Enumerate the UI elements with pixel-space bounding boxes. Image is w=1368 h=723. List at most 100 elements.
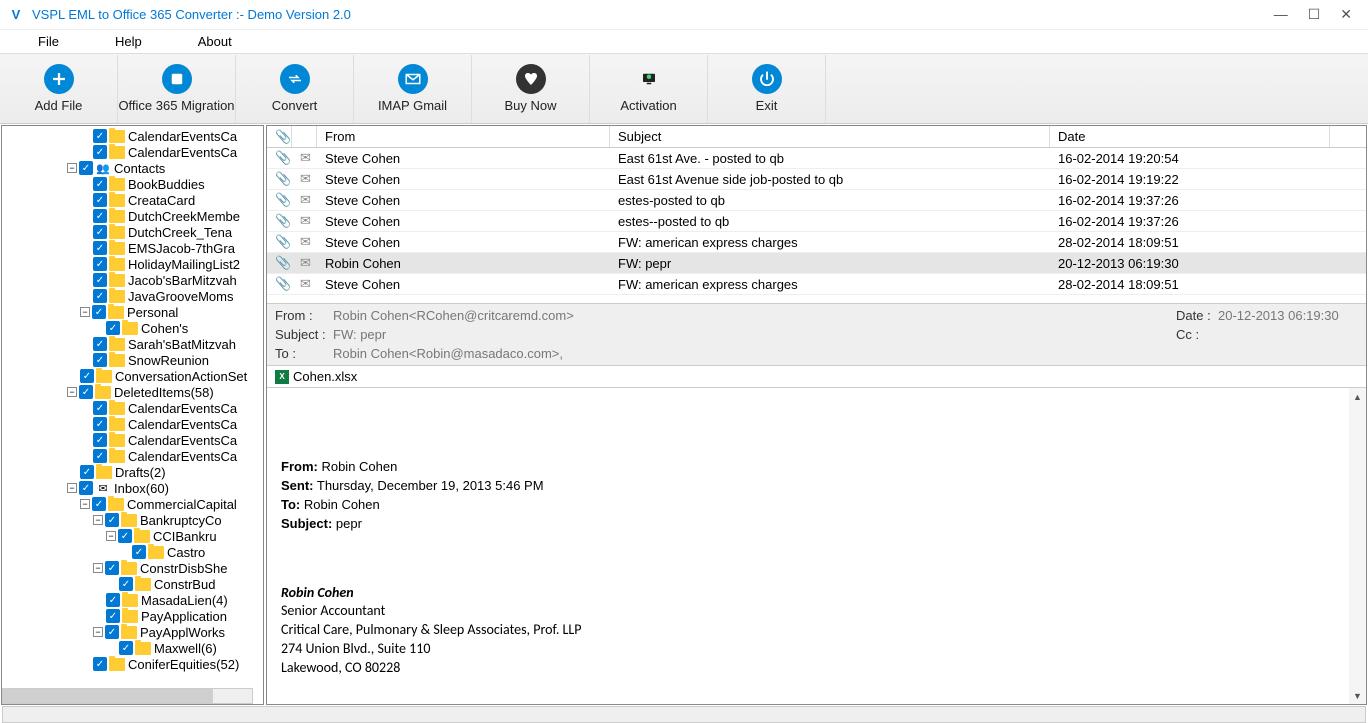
- tree-item[interactable]: −✉Inbox(60): [2, 480, 263, 496]
- tree-item[interactable]: Cohen's: [2, 320, 263, 336]
- message-row[interactable]: 📎✉Steve CohenFW: american express charge…: [267, 232, 1366, 253]
- tree-item[interactable]: CreataCard: [2, 192, 263, 208]
- tree-item[interactable]: CalendarEventsCa: [2, 400, 263, 416]
- checkbox[interactable]: [105, 513, 119, 527]
- checkbox[interactable]: [93, 353, 107, 367]
- tree-item[interactable]: Drafts(2): [2, 464, 263, 480]
- checkbox[interactable]: [132, 545, 146, 559]
- toolbar-office[interactable]: Office 365 Migration: [118, 55, 236, 123]
- toolbar-gmail[interactable]: IMAP Gmail: [354, 55, 472, 123]
- toolbar-exit[interactable]: Exit: [708, 55, 826, 123]
- checkbox[interactable]: [93, 289, 107, 303]
- checkbox[interactable]: [93, 449, 107, 463]
- checkbox[interactable]: [106, 321, 120, 335]
- col-subject[interactable]: Subject: [610, 126, 1050, 147]
- expand-toggle-icon[interactable]: −: [106, 531, 116, 541]
- expand-toggle-icon[interactable]: −: [93, 563, 103, 573]
- tree-item[interactable]: CalendarEventsCa: [2, 448, 263, 464]
- checkbox[interactable]: [93, 177, 107, 191]
- message-row[interactable]: 📎✉Robin CohenFW: pepr20-12-2013 06:19:30: [267, 253, 1366, 274]
- tree-item[interactable]: Jacob'sBarMitzvah: [2, 272, 263, 288]
- message-row[interactable]: 📎✉Steve Cohenestes--posted to qb16-02-20…: [267, 211, 1366, 232]
- menu-file[interactable]: File: [0, 34, 87, 49]
- checkbox[interactable]: [79, 385, 93, 399]
- checkbox[interactable]: [79, 481, 93, 495]
- status-bar-scroll[interactable]: [2, 706, 1366, 723]
- tree-item[interactable]: −CCIBankru: [2, 528, 263, 544]
- checkbox[interactable]: [93, 417, 107, 431]
- checkbox[interactable]: [93, 225, 107, 239]
- tree-item[interactable]: Castro: [2, 544, 263, 560]
- toolbar-convert[interactable]: Convert: [236, 55, 354, 123]
- checkbox[interactable]: [93, 433, 107, 447]
- expand-toggle-icon[interactable]: −: [67, 387, 77, 397]
- checkbox[interactable]: [106, 593, 120, 607]
- checkbox[interactable]: [119, 577, 133, 591]
- tree-item[interactable]: ConstrBud: [2, 576, 263, 592]
- tree-item[interactable]: −👥Contacts: [2, 160, 263, 176]
- tree-item[interactable]: Maxwell(6): [2, 640, 263, 656]
- checkbox[interactable]: [105, 625, 119, 639]
- maximize-button[interactable]: ☐: [1308, 6, 1321, 23]
- col-date[interactable]: Date: [1050, 126, 1330, 147]
- message-row[interactable]: 📎✉Steve CohenEast 61st Avenue side job-p…: [267, 169, 1366, 190]
- sidebar-hscrollbar[interactable]: [2, 688, 253, 704]
- message-row[interactable]: 📎✉Steve Cohenestes-posted to qb16-02-201…: [267, 190, 1366, 211]
- tree-item[interactable]: HolidayMailingList2: [2, 256, 263, 272]
- tree-item[interactable]: −PayApplWorks: [2, 624, 263, 640]
- message-row[interactable]: 📎✉Steve CohenFW: american express charge…: [267, 274, 1366, 295]
- message-row[interactable]: 📎✉Steve CohenEast 61st Ave. - posted to …: [267, 148, 1366, 169]
- toolbar-buy[interactable]: Buy Now: [472, 55, 590, 123]
- expand-toggle-icon[interactable]: −: [93, 515, 103, 525]
- expand-toggle-icon[interactable]: −: [67, 163, 77, 173]
- toolbar-activate[interactable]: Activation: [590, 55, 708, 123]
- tree-item[interactable]: DutchCreek_Tena: [2, 224, 263, 240]
- close-button[interactable]: ✕: [1340, 6, 1352, 23]
- checkbox[interactable]: [93, 657, 107, 671]
- toolbar-plus[interactable]: Add File: [0, 55, 118, 123]
- checkbox[interactable]: [93, 129, 107, 143]
- col-attachment[interactable]: 📎: [267, 126, 292, 147]
- tree-item[interactable]: MasadaLien(4): [2, 592, 263, 608]
- checkbox[interactable]: [93, 193, 107, 207]
- tree-item[interactable]: −CommercialCapital: [2, 496, 263, 512]
- minimize-button[interactable]: —: [1274, 6, 1288, 23]
- attachment-name[interactable]: Cohen.xlsx: [293, 369, 357, 384]
- tree-item[interactable]: CalendarEventsCa: [2, 128, 263, 144]
- checkbox[interactable]: [93, 257, 107, 271]
- checkbox[interactable]: [119, 641, 133, 655]
- tree-item[interactable]: −Personal: [2, 304, 263, 320]
- tree-item[interactable]: Sarah'sBatMitzvah: [2, 336, 263, 352]
- checkbox[interactable]: [93, 209, 107, 223]
- tree-item[interactable]: BookBuddies: [2, 176, 263, 192]
- tree-item[interactable]: SnowReunion: [2, 352, 263, 368]
- col-read[interactable]: [292, 126, 317, 147]
- tree-item[interactable]: ConiferEquities(52): [2, 656, 263, 672]
- checkbox[interactable]: [92, 305, 106, 319]
- checkbox[interactable]: [105, 561, 119, 575]
- checkbox[interactable]: [80, 465, 94, 479]
- checkbox[interactable]: [80, 369, 94, 383]
- tree-item[interactable]: JavaGrooveMoms: [2, 288, 263, 304]
- checkbox[interactable]: [93, 337, 107, 351]
- expand-toggle-icon[interactable]: −: [67, 483, 77, 493]
- expand-toggle-icon[interactable]: −: [80, 307, 90, 317]
- expand-toggle-icon[interactable]: −: [93, 627, 103, 637]
- checkbox[interactable]: [79, 161, 93, 175]
- tree-item[interactable]: −DeletedItems(58): [2, 384, 263, 400]
- checkbox[interactable]: [92, 497, 106, 511]
- tree-item[interactable]: CalendarEventsCa: [2, 144, 263, 160]
- tree-item[interactable]: −BankruptcyCo: [2, 512, 263, 528]
- checkbox[interactable]: [118, 529, 132, 543]
- checkbox[interactable]: [93, 241, 107, 255]
- tree-item[interactable]: CalendarEventsCa: [2, 416, 263, 432]
- checkbox[interactable]: [93, 273, 107, 287]
- tree-item[interactable]: EMSJacob-7thGra: [2, 240, 263, 256]
- body-vscrollbar[interactable]: ▲▼: [1349, 388, 1366, 704]
- tree-item[interactable]: ConversationActionSet: [2, 368, 263, 384]
- checkbox[interactable]: [106, 609, 120, 623]
- menu-about[interactable]: About: [170, 34, 260, 49]
- checkbox[interactable]: [93, 401, 107, 415]
- col-from[interactable]: From: [317, 126, 610, 147]
- menu-help[interactable]: Help: [87, 34, 170, 49]
